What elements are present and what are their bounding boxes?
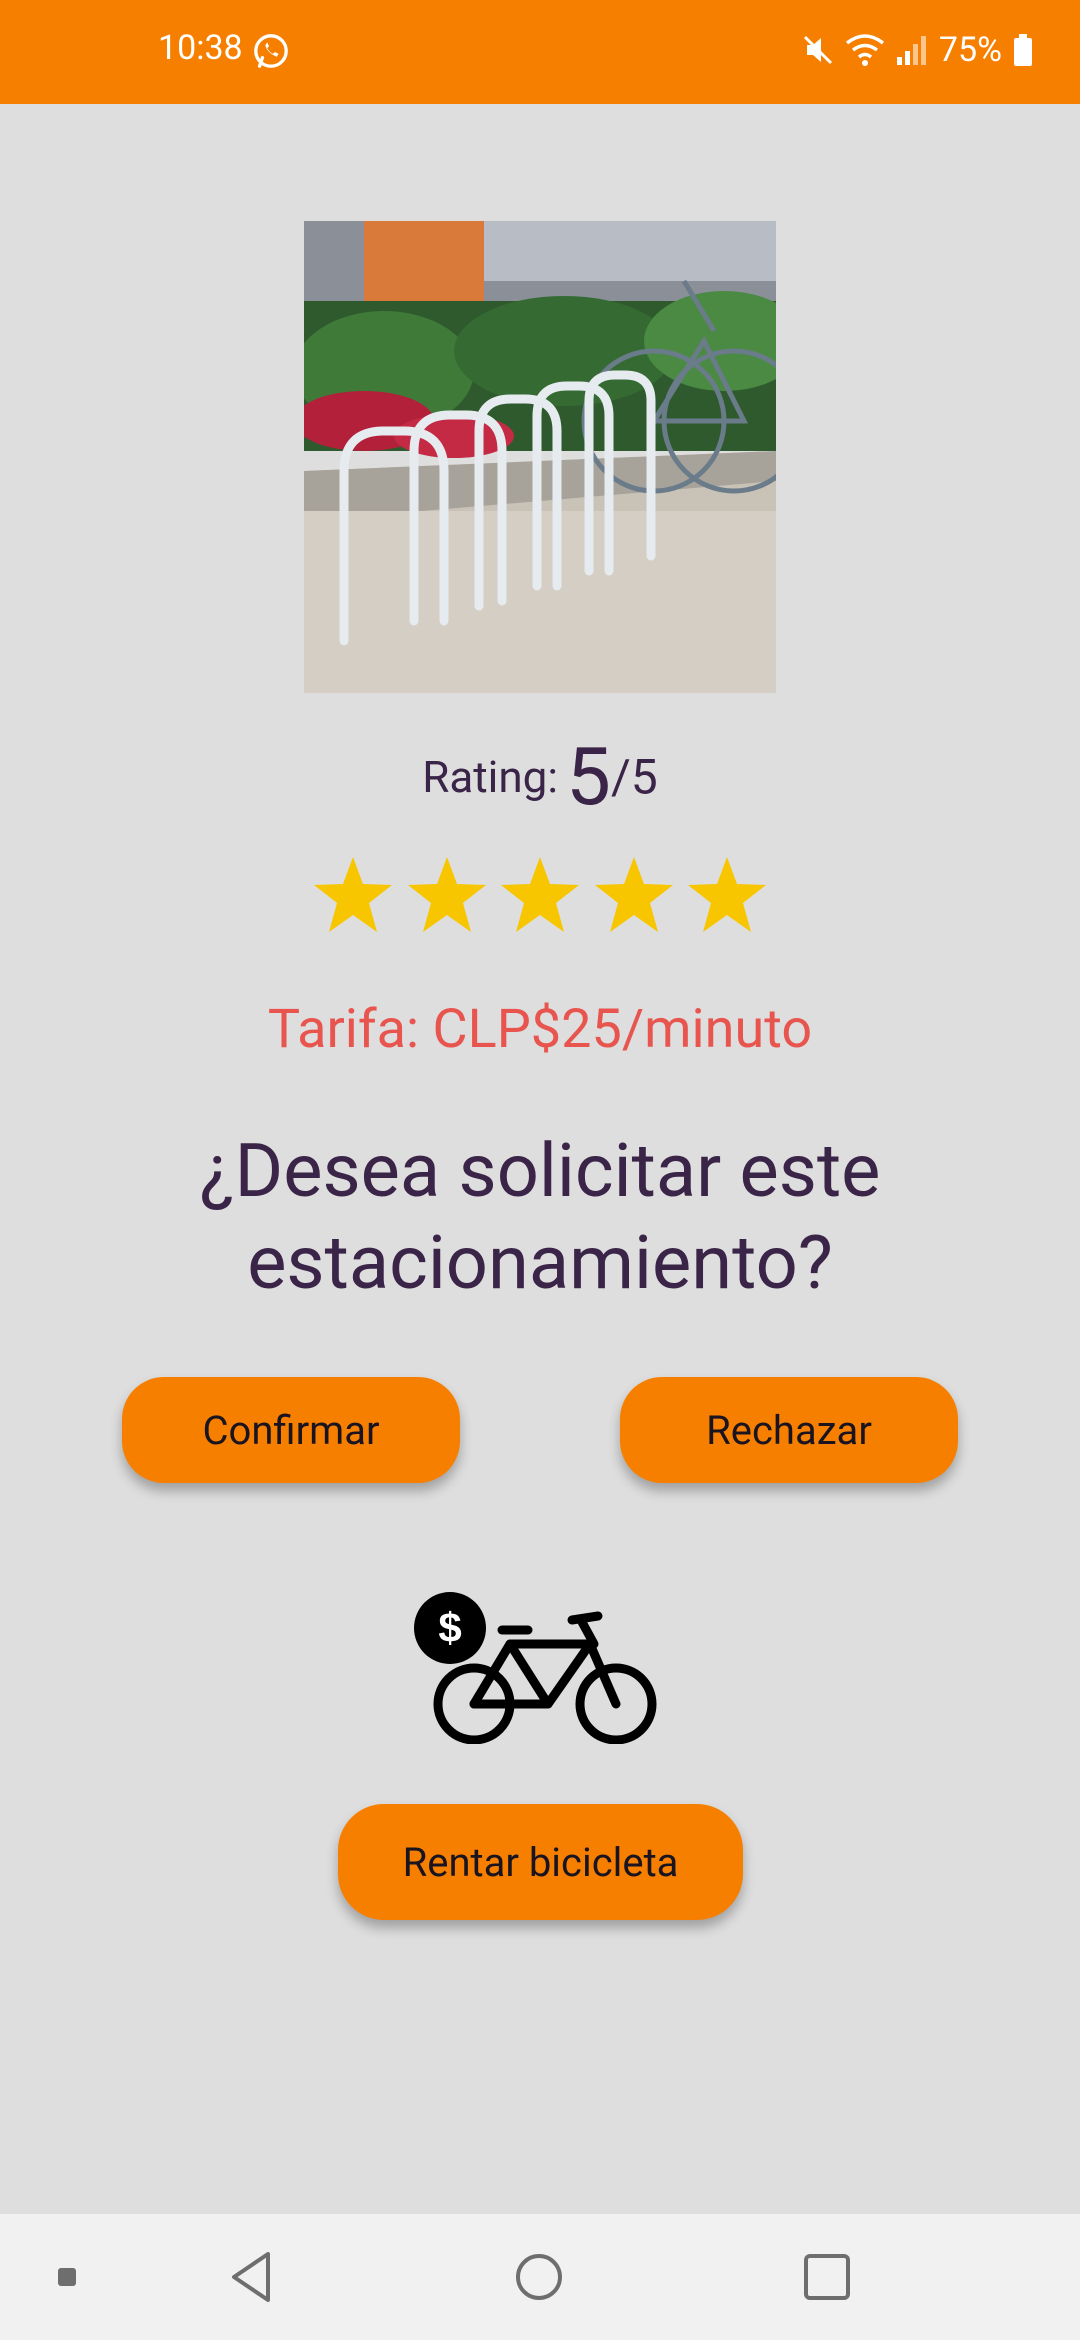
rent-bike-button[interactable]: Rentar bicicleta [338, 1804, 743, 1920]
rating: Rating: 5/5 [0, 730, 1080, 824]
star-icon [314, 857, 392, 932]
whatsapp-icon [254, 34, 288, 68]
battery-icon [1014, 34, 1032, 66]
reject-button[interactable]: Rechazar [620, 1377, 958, 1483]
back-icon[interactable] [228, 2250, 274, 2304]
rating-value: 5 [566, 730, 611, 824]
recents-icon[interactable] [802, 2252, 852, 2302]
rating-max: /5 [611, 748, 658, 806]
svg-text:$: $ [438, 1604, 461, 1651]
home-icon[interactable] [514, 2252, 564, 2302]
nav-dot-icon [58, 2268, 76, 2286]
price-label: Tarifa: CLP$25/minuto [267, 998, 813, 1061]
star-icon [407, 857, 486, 932]
bike-rental-icon: $ [414, 1592, 657, 1744]
star-rating [312, 855, 768, 935]
wifi-icon [845, 34, 884, 66]
signal-icon [896, 36, 926, 65]
rating-label: Rating: [422, 751, 559, 803]
confirm-question: ¿Desea solicitar este estacionamiento? [199, 1128, 881, 1307]
confirm-button[interactable]: Confirmar [122, 1377, 460, 1483]
star-icon [501, 857, 579, 932]
star-icon [688, 857, 766, 932]
status-time: 10:38 [158, 28, 243, 68]
star-icon [594, 857, 673, 932]
status-bar: 10:38 75% [0, 0, 1080, 104]
battery-percent: 75% [938, 30, 1002, 70]
mute-icon [803, 35, 832, 65]
parking-photo [304, 221, 776, 693]
